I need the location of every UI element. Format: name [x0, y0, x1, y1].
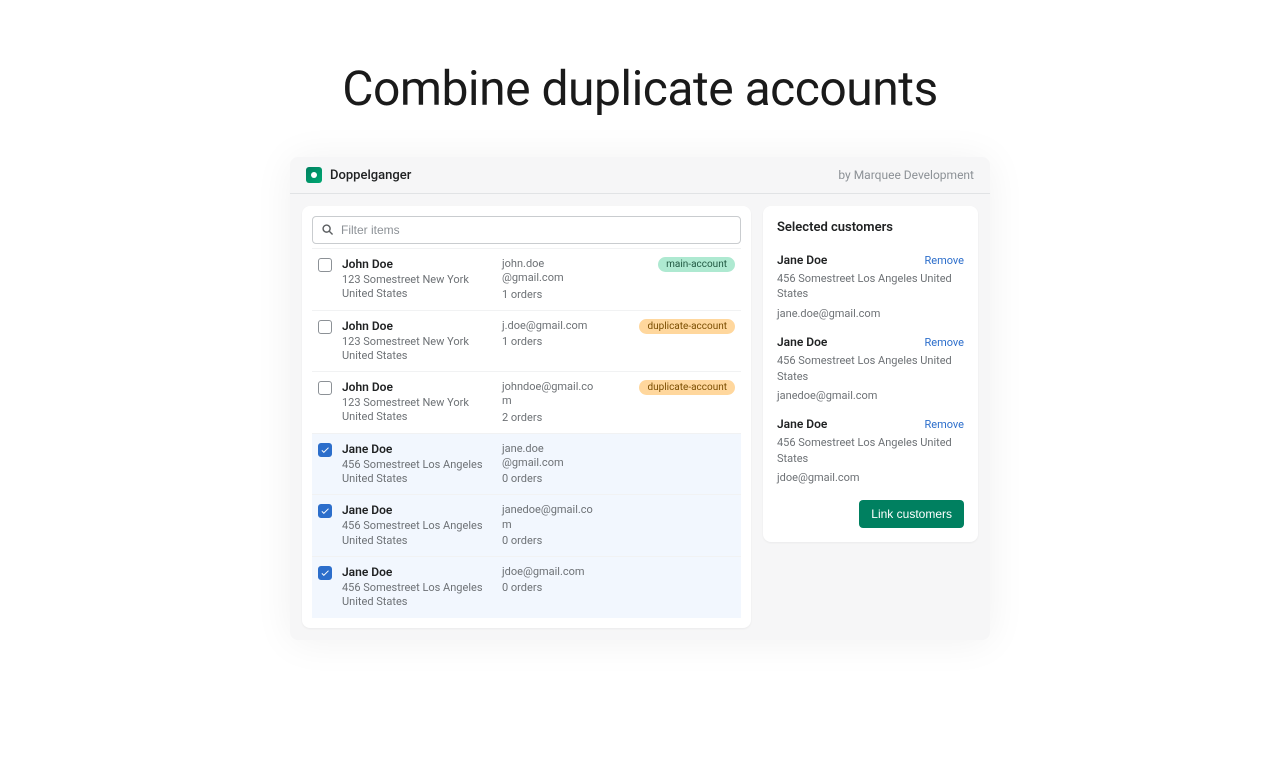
selected-item: Jane Doe Remove 456 Somestreet Los Angeles… [777, 417, 964, 485]
customer-main: Jane Doe 456 Somestreet Los Angeles Unite… [342, 442, 492, 487]
customer-orders: 2 orders [502, 411, 597, 424]
customer-address: 123 Somestreet New York United States [342, 273, 492, 302]
selected-item: Jane Doe Remove 456 Somestreet Los Angeles… [777, 253, 964, 321]
customer-email-col: j.doe@gmail.com 1 orders [502, 319, 597, 348]
customer-row[interactable]: Jane Doe 456 Somestreet Los Angeles Unite… [312, 494, 741, 556]
customer-orders: 0 orders [502, 581, 597, 594]
customer-orders: 0 orders [502, 472, 597, 485]
app-name: Doppelganger [330, 168, 411, 183]
customers-panel: John Doe 123 Somestreet New York United S… [302, 206, 751, 628]
customer-row[interactable]: John Doe 123 Somestreet New York United S… [312, 248, 741, 310]
account-tag: duplicate-account [639, 319, 735, 334]
selected-email: jdoe@gmail.com [777, 470, 964, 485]
remove-link[interactable]: Remove [924, 418, 964, 431]
customer-name: Jane Doe [342, 442, 492, 456]
page-title: Combine duplicate accounts [0, 60, 1280, 117]
customer-name: John Doe [342, 257, 492, 271]
account-tag: main-account [658, 257, 735, 272]
search-icon [321, 223, 335, 237]
customer-name: Jane Doe [342, 503, 492, 517]
selected-customers-panel: Selected customers Jane Doe Remove 456 Som… [763, 206, 978, 542]
selected-name: Jane Doe [777, 417, 827, 431]
customer-tag-col: duplicate-account [607, 380, 735, 395]
account-tag: duplicate-account [639, 380, 735, 395]
selected-address: 456 Somestreet Los Angeles United States [777, 435, 964, 466]
customer-orders: 1 orders [502, 335, 597, 348]
customer-name: Jane Doe [342, 565, 492, 579]
customer-email-col: jdoe@gmail.com 0 orders [502, 565, 597, 594]
app-byline: by Marquee Development [838, 168, 974, 182]
customer-email-col: john.doe @gmail.com 1 orders [502, 257, 597, 301]
customer-main: John Doe 123 Somestreet New York United S… [342, 319, 492, 364]
customer-email: jdoe@gmail.com [502, 565, 597, 579]
app-header: Doppelganger by Marquee Development [290, 157, 990, 194]
selected-email: jane.doe@gmail.com [777, 306, 964, 321]
customer-orders: 0 orders [502, 534, 597, 547]
customer-tag-col: main-account [607, 257, 735, 272]
customer-tag-col: duplicate-account [607, 319, 735, 334]
selected-item: Jane Doe Remove 456 Somestreet Los Angeles… [777, 335, 964, 403]
customer-row[interactable]: John Doe 123 Somestreet New York United S… [312, 310, 741, 372]
app-brand: Doppelganger [306, 167, 411, 183]
selected-address: 456 Somestreet Los Angeles United States [777, 353, 964, 384]
customer-email: john.doe @gmail.com [502, 257, 597, 286]
customer-checkbox[interactable] [318, 566, 332, 580]
customer-row[interactable]: Jane Doe 456 Somestreet Los Angeles Unite… [312, 556, 741, 618]
selected-name: Jane Doe [777, 253, 827, 267]
customer-email-col: jane.doe @gmail.com0 orders [502, 442, 597, 486]
customer-row[interactable]: Jane Doe 456 Somestreet Los Angeles Unite… [312, 433, 741, 495]
app-logo-icon [306, 167, 322, 183]
customer-email-col: janedoe@gmail.com 0 orders [502, 503, 597, 547]
customer-address: 456 Somestreet Los Angeles United States [342, 458, 492, 487]
customer-email-col: johndoe@gmail.com 2 orders [502, 380, 597, 424]
link-customers-button[interactable]: Link customers [859, 500, 964, 528]
customer-checkbox[interactable] [318, 320, 332, 334]
customer-checkbox[interactable] [318, 443, 332, 457]
customer-email: johndoe@gmail.com [502, 380, 597, 409]
selected-panel-title: Selected customers [777, 220, 964, 235]
customer-checkbox[interactable] [318, 504, 332, 518]
customer-main: John Doe 123 Somestreet New York United S… [342, 380, 492, 425]
selected-name: Jane Doe [777, 335, 827, 349]
selected-email: janedoe@gmail.com [777, 388, 964, 403]
customer-email: j.doe@gmail.com [502, 319, 597, 333]
customer-name: John Doe [342, 380, 492, 394]
customer-name: John Doe [342, 319, 492, 333]
search-input[interactable] [335, 221, 732, 239]
remove-link[interactable]: Remove [924, 336, 964, 349]
customer-address: 123 Somestreet New York United States [342, 396, 492, 425]
selected-address: 456 Somestreet Los Angeles United States [777, 271, 964, 302]
customer-address: 456 Somestreet Los Angeles United States [342, 581, 492, 610]
customer-address: 123 Somestreet New York United States [342, 335, 492, 364]
customer-checkbox[interactable] [318, 381, 332, 395]
customer-main: Jane Doe 456 Somestreet Los Angeles Unite… [342, 503, 492, 548]
customer-main: John Doe 123 Somestreet New York United S… [342, 257, 492, 302]
customer-email: jane.doe @gmail.com [502, 442, 597, 471]
customer-orders: 1 orders [502, 288, 597, 301]
customer-row[interactable]: John Doe 123 Somestreet New York United S… [312, 371, 741, 433]
remove-link[interactable]: Remove [924, 254, 964, 267]
customer-checkbox[interactable] [318, 258, 332, 272]
customer-email: janedoe@gmail.com [502, 503, 597, 532]
customer-address: 456 Somestreet Los Angeles United States [342, 519, 492, 548]
customer-main: Jane Doe 456 Somestreet Los Angeles Unite… [342, 565, 492, 610]
app-window: Doppelganger by Marquee Development John… [290, 157, 990, 640]
search-wrap [312, 216, 741, 244]
